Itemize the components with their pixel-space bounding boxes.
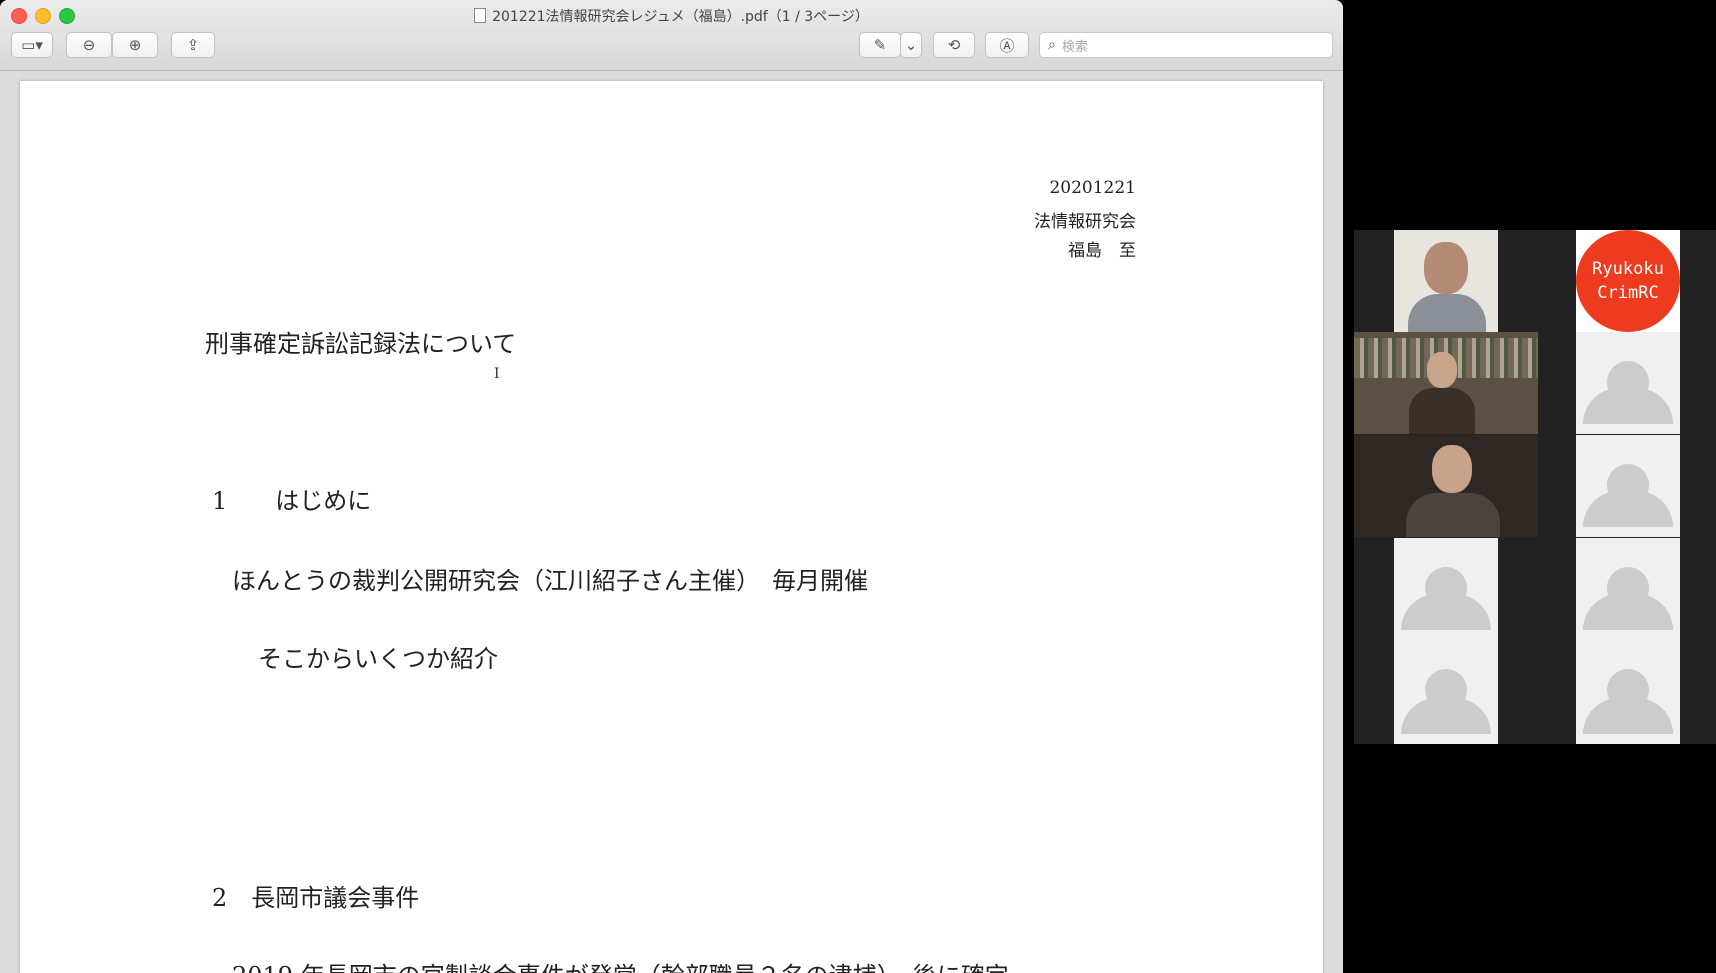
search-placeholder: 検索 [1061,39,1088,55]
sidebar-icon: ▭▾ [21,36,43,54]
rotate-button[interactable]: ⟲ [933,32,975,58]
avatar-body [1401,697,1491,734]
rotate-icon: ⟲ [947,36,961,54]
section-heading: 1 はじめに [212,487,372,515]
zoom-out-icon: ⊖ [82,36,96,54]
section-heading: 2 長岡市議会事件 [212,884,420,912]
doc-title: 刑事確定訴訟記録法について [205,330,517,358]
zoom-in-button[interactable]: ⊕ [112,32,158,58]
annotate-icon: Ⓐ [999,36,1015,55]
avatar-body [1401,593,1491,630]
markup-menu-button[interactable]: ⌄ [900,32,922,58]
video-participant[interactable] [1354,435,1538,537]
avatar-body [1583,490,1673,527]
section-line: そこからいくつか紹介 [258,645,498,673]
doc-author: 福島 至 [1068,241,1136,261]
pdf-file-icon [474,8,487,23]
video-participant[interactable] [1394,538,1498,640]
participant-face [1424,242,1468,294]
doc-organization: 法情報研究会 [1034,212,1136,232]
preview-window: 201221法情報研究会レジュメ（福島）.pdf（1 / 3ページ） ▭▾ ⊖ … [0,0,1343,973]
video-participant[interactable] [1576,332,1680,434]
participant-body [1409,388,1475,434]
participant-body [1408,294,1486,332]
video-participant[interactable] [1394,640,1498,744]
video-participant[interactable] [1576,435,1680,537]
window-title: 201221法情報研究会レジュメ（福島）.pdf（1 / 3ページ） [0,6,1343,26]
markup-button[interactable]: ✎ [859,32,901,58]
doc-date: 20201221 [1049,178,1136,198]
document-viewport[interactable]: 20201221 法情報研究会 福島 至 刑事確定訴訟記録法について I 1 は… [0,71,1343,973]
pen-icon: ✎ [873,36,887,54]
share-icon: ⇪ [186,36,200,54]
avatar-body [1583,697,1673,734]
participant-body [1406,493,1500,537]
avatar-body [1583,387,1673,424]
search-icon: ⌕ [1048,37,1056,53]
video-participant[interactable] [1354,332,1538,434]
window-title-text: 201221法情報研究会レジュメ（福島）.pdf（1 / 3ページ） [492,9,869,25]
video-participant[interactable] [1576,538,1680,640]
participant-face [1432,445,1472,493]
section-line: 2019 年長岡市の官製談合事件が発覚（幹部職員２名の逮捕） 後に確定 [232,956,1009,973]
zoom-out-button[interactable]: ⊖ [66,32,112,58]
video-participant[interactable] [1394,230,1498,332]
annotate-button[interactable]: Ⓐ [985,32,1029,58]
chevron-down-icon: ⌄ [904,36,918,54]
search-field[interactable]: ⌕ 検索 [1039,32,1333,58]
pdf-page: 20201221 法情報研究会 福島 至 刑事確定訴訟記録法について I 1 は… [20,81,1323,973]
avatar-body [1583,593,1673,630]
text-cursor-icon: I [494,366,500,382]
participant-face [1427,352,1457,388]
titlebar: 201221法情報研究会レジュメ（福島）.pdf（1 / 3ページ） ▭▾ ⊖ … [0,0,1343,71]
zoom-in-icon: ⊕ [128,36,142,54]
ryukoku-crimrc-logo: Ryukoku CrimRC [1576,230,1680,332]
sidebar-toggle-button[interactable]: ▭▾ [11,32,53,58]
video-participant[interactable] [1576,640,1680,744]
logo-line-2: CrimRC [1597,283,1659,303]
share-button[interactable]: ⇪ [171,32,215,58]
logo-line-1: Ryukoku [1592,259,1664,279]
section-line: ほんとうの裁判公開研究会（江川紹子さん主催） 毎月開催 [232,567,868,595]
